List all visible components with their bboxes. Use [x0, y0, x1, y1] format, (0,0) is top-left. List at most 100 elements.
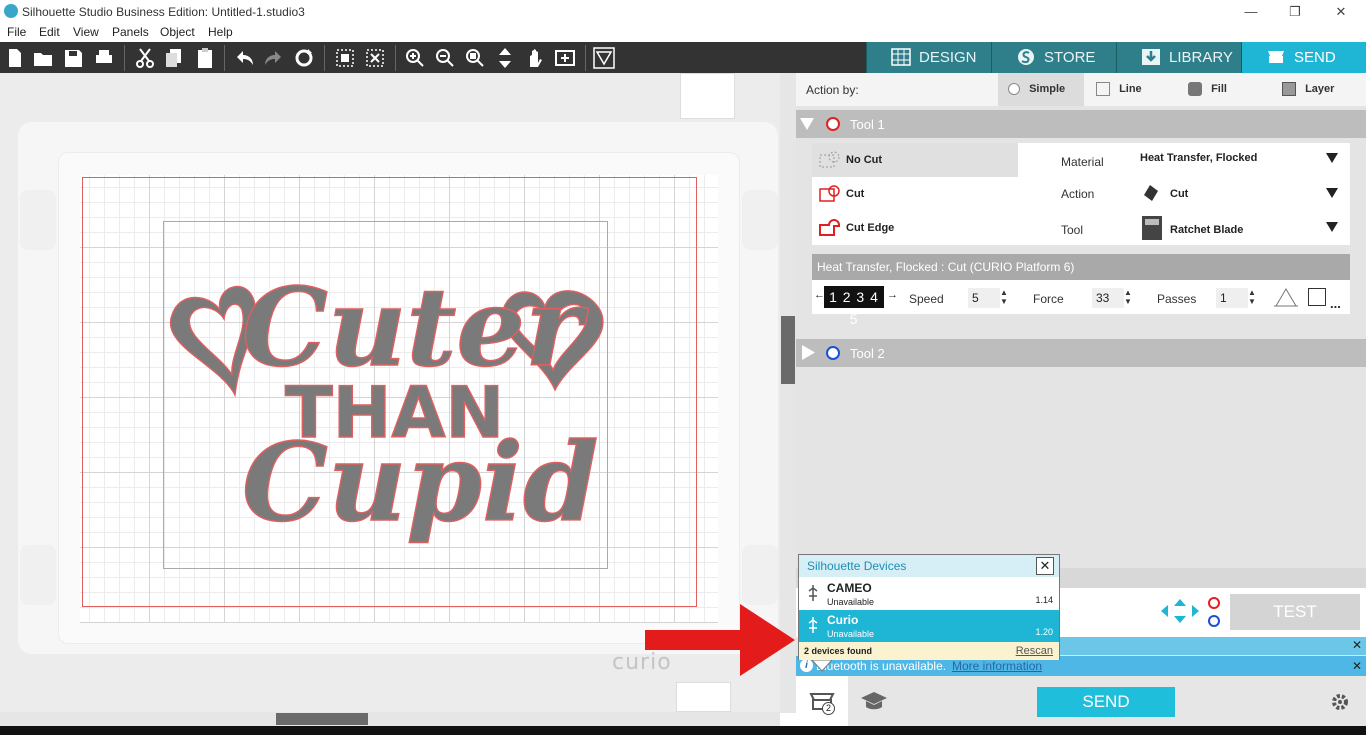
notification-close-button[interactable]: ✕: [1352, 638, 1362, 652]
tool1-header[interactable]: Tool 1: [796, 110, 1366, 138]
mode-layer[interactable]: Layer: [1282, 73, 1334, 106]
zoom-select-icon[interactable]: [464, 47, 486, 69]
collapse-arrow-icon: [800, 118, 814, 130]
devices-popup-close-button[interactable]: ✕: [1036, 557, 1054, 575]
rescan-link[interactable]: Rescan: [1016, 642, 1053, 660]
ungroup-icon[interactable]: [364, 47, 386, 69]
save-icon[interactable]: [62, 47, 84, 69]
tool1-indicator-icon: [1208, 597, 1220, 609]
action-select[interactable]: Cut: [1136, 177, 1348, 211]
passes-stepper[interactable]: ▲ ▼: [1248, 288, 1256, 306]
material-value: Heat Transfer, Flocked: [1140, 152, 1258, 164]
tab-library[interactable]: LIBRARY: [1116, 42, 1241, 73]
move-icon[interactable]: [494, 47, 516, 69]
devices-button[interactable]: 2: [796, 676, 848, 726]
close-button[interactable]: ✕: [1331, 2, 1351, 22]
print-icon[interactable]: [93, 47, 115, 69]
device-version: 1.14: [1035, 595, 1053, 605]
action-by-label: Action by:: [806, 83, 859, 97]
force-stepper[interactable]: ▲ ▼: [1124, 288, 1132, 306]
line-mode-icon: [1096, 82, 1110, 97]
passes-input[interactable]: 1: [1216, 288, 1248, 308]
speed-input[interactable]: 5: [968, 288, 1000, 308]
redraw-icon[interactable]: [293, 47, 315, 69]
tool2-header[interactable]: Tool 2: [796, 339, 1366, 367]
menu-file[interactable]: File: [7, 25, 26, 39]
mode-fill[interactable]: Fill: [1188, 73, 1227, 106]
usb-icon: [808, 617, 818, 633]
mode-fill-label: Fill: [1211, 83, 1227, 95]
new-file-icon[interactable]: [4, 47, 26, 69]
restore-button[interactable]: ❐: [1285, 2, 1305, 22]
cut-option[interactable]: Cut: [812, 177, 1018, 211]
tool1-color-icon: [826, 117, 840, 131]
material-label: Material: [1061, 155, 1104, 169]
line-segment-overcut-icon[interactable]: [1273, 286, 1299, 308]
minimize-button[interactable]: —: [1241, 2, 1261, 22]
gear-icon[interactable]: [1330, 692, 1350, 712]
mode-simple[interactable]: Simple: [1008, 73, 1065, 106]
send-button[interactable]: SEND: [1037, 687, 1175, 717]
device-row-curio[interactable]: Curio Unavailable 1.20: [799, 610, 1059, 642]
zoom-in-icon[interactable]: [404, 47, 426, 69]
tab-design[interactable]: DESIGN: [866, 42, 991, 73]
passes-label: Passes: [1157, 292, 1197, 306]
cut-edge-option[interactable]: Cut Edge: [812, 211, 1018, 245]
advanced-settings-checkbox[interactable]: [1308, 288, 1326, 306]
design-artwork[interactable]: Cuter THAN Cupid: [160, 215, 620, 575]
vertical-scroll-thumb[interactable]: [781, 316, 795, 384]
undo-icon[interactable]: [233, 47, 255, 69]
zoom-out-icon[interactable]: [434, 47, 456, 69]
menu-view[interactable]: View: [73, 25, 99, 39]
open-folder-icon[interactable]: [32, 47, 54, 69]
title-bar: Silhouette Studio Business Edition: Unti…: [0, 0, 1366, 24]
cut-icon[interactable]: [134, 47, 156, 69]
copy-icon[interactable]: [163, 47, 185, 69]
toolbar-separator: [124, 45, 125, 71]
paste-icon[interactable]: [194, 47, 216, 69]
menu-panels[interactable]: Panels: [112, 25, 149, 39]
graduation-cap-icon[interactable]: [860, 690, 888, 712]
action-value: Cut: [1170, 188, 1189, 200]
force-label: Force: [1033, 292, 1064, 306]
fit-page-icon[interactable]: [554, 47, 576, 69]
no-cut-label: No Cut: [846, 154, 883, 166]
toolbar: [0, 42, 866, 73]
tab-send[interactable]: SEND: [1241, 42, 1366, 73]
move-position-icon[interactable]: [1160, 598, 1200, 624]
cut-edge-icon: [819, 219, 840, 236]
chevron-down-icon: [1326, 222, 1338, 232]
device-status: Unavailable: [827, 629, 875, 639]
redo-icon[interactable]: [263, 47, 285, 69]
tab-store[interactable]: STORE: [991, 42, 1116, 73]
test-button[interactable]: TEST: [1230, 594, 1360, 630]
pan-hand-icon[interactable]: [524, 47, 546, 69]
devices-popup-title: Silhouette Devices: [799, 555, 1059, 577]
horizontal-scrollbar[interactable]: [0, 712, 780, 726]
menu-help[interactable]: Help: [208, 25, 233, 39]
window-title: Silhouette Studio Business Edition: Unti…: [22, 5, 305, 19]
action-label: Action: [1061, 187, 1095, 201]
device-name: Curio: [827, 613, 859, 627]
horizontal-scroll-thumb[interactable]: [276, 713, 368, 725]
device-row-cameo[interactable]: CAMEO Unavailable 1.14: [799, 578, 1059, 610]
material-select[interactable]: Heat Transfer, Flocked: [1136, 143, 1348, 177]
send-cutter-icon: [1268, 51, 1284, 63]
tool-select[interactable]: Ratchet Blade: [1136, 211, 1348, 245]
more-options-button[interactable]: ...: [1330, 296, 1341, 311]
group-icon[interactable]: [334, 47, 356, 69]
pixscan-icon[interactable]: [593, 47, 615, 69]
bluetooth-close-button[interactable]: ✕: [1352, 656, 1362, 676]
tool-value: Ratchet Blade: [1170, 224, 1244, 236]
right-arrow-icon[interactable]: →: [887, 289, 898, 301]
speed-stepper[interactable]: ▲ ▼: [1000, 288, 1008, 306]
no-cut-option[interactable]: No Cut: [812, 143, 1018, 177]
mode-line[interactable]: Line: [1096, 73, 1142, 106]
blade-depth-dial[interactable]: 1 2 3 4 5: [824, 286, 884, 327]
devices-popup-footer: 2 devices found Rescan: [799, 642, 1059, 660]
chevron-down-icon: [1326, 153, 1338, 163]
force-input[interactable]: 33: [1092, 288, 1124, 308]
menu-edit[interactable]: Edit: [39, 25, 60, 39]
menu-object[interactable]: Object: [160, 25, 195, 39]
no-cut-icon: [819, 151, 840, 168]
